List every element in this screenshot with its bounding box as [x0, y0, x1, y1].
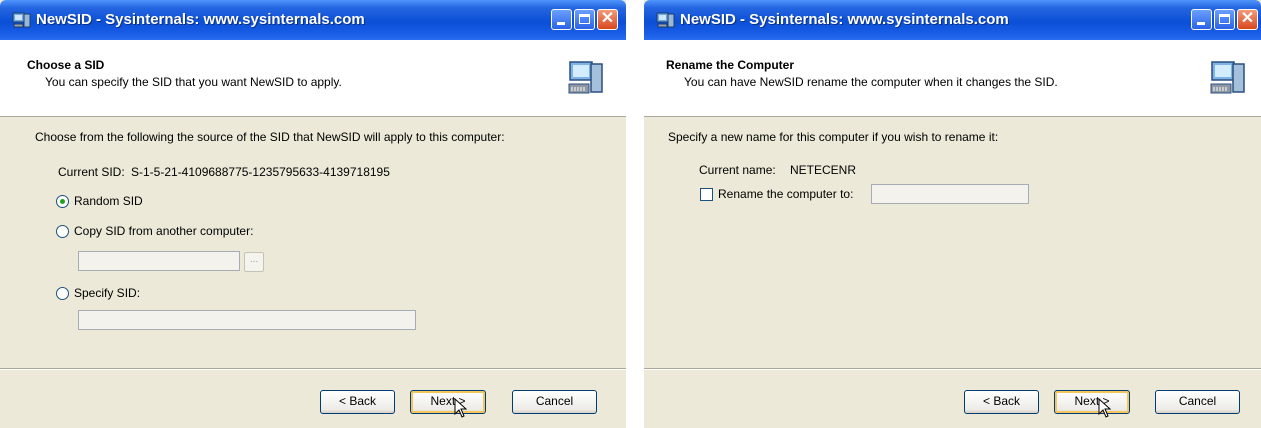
current-name-label: Current name: — [699, 163, 776, 177]
page-subtitle: You can specify the SID that you want Ne… — [45, 75, 342, 89]
close-icon: ✕ — [1240, 10, 1255, 27]
window-title: NewSID - Sysinternals: www.sysinternals.… — [680, 11, 1009, 28]
computer-wizard-icon — [568, 61, 603, 94]
footer-divider — [0, 368, 626, 370]
close-button[interactable]: ✕ — [1237, 9, 1258, 30]
current-sid-value: S-1-5-21-4109688775-1235795633-413971819… — [131, 165, 390, 179]
wizard-header: Choose a SID You can specify the SID tha… — [0, 40, 626, 117]
back-button[interactable]: < Back — [320, 390, 395, 414]
back-button[interactable]: < Back — [964, 390, 1039, 414]
copy-sid-computer-field[interactable] — [78, 251, 240, 271]
close-icon: ✕ — [600, 10, 615, 27]
footer-divider — [644, 368, 1261, 370]
maximize-button[interactable] — [574, 9, 595, 30]
current-name-value: NETECENR — [790, 163, 857, 177]
instruction-text: Specify a new name for this computer if … — [668, 130, 999, 144]
page-title: Choose a SID — [27, 58, 105, 72]
rename-computer-label[interactable]: Rename the computer to: — [718, 187, 853, 201]
window-title: NewSID - Sysinternals: www.sysinternals.… — [36, 11, 365, 28]
random-sid-label[interactable]: Random SID — [74, 194, 143, 208]
radio-selected-dot — [60, 199, 65, 204]
page-title: Rename the Computer — [666, 58, 795, 72]
browse-computer-button[interactable]: ... — [244, 252, 264, 272]
random-sid-radio[interactable] — [56, 195, 69, 208]
close-button[interactable]: ✕ — [597, 9, 618, 30]
copy-sid-radio[interactable] — [56, 225, 69, 238]
mouse-pointer-icon — [454, 398, 468, 418]
specify-sid-radio[interactable] — [56, 287, 69, 300]
computer-wizard-icon — [1210, 61, 1245, 94]
current-sid-label: Current SID: — [58, 165, 125, 179]
next-button[interactable]: Next > — [1054, 390, 1130, 414]
wizard-header: Rename the Computer You can have NewSID … — [644, 40, 1261, 117]
instruction-text: Choose from the following the source of … — [35, 130, 505, 144]
cancel-button[interactable]: Cancel — [1155, 390, 1240, 414]
newsid-window-rename-computer: NewSID - Sysinternals: www.sysinternals.… — [644, 0, 1261, 428]
computer-app-icon — [12, 12, 31, 28]
page-subtitle: You can have NewSID rename the computer … — [684, 75, 1058, 89]
specify-sid-label[interactable]: Specify SID: — [74, 286, 140, 300]
next-button[interactable]: Next > — [410, 390, 486, 414]
specify-sid-field[interactable] — [78, 310, 416, 330]
copy-sid-label[interactable]: Copy SID from another computer: — [74, 224, 253, 238]
minimize-button[interactable] — [1191, 9, 1212, 30]
mouse-pointer-icon — [1098, 398, 1112, 418]
title-bar[interactable]: NewSID - Sysinternals: www.sysinternals.… — [644, 0, 1261, 40]
cancel-button[interactable]: Cancel — [512, 390, 597, 414]
maximize-button[interactable] — [1214, 9, 1235, 30]
minimize-button[interactable] — [551, 9, 572, 30]
new-computer-name-field[interactable] — [871, 184, 1029, 204]
computer-app-icon — [656, 12, 675, 28]
title-bar[interactable]: NewSID - Sysinternals: www.sysinternals.… — [0, 0, 626, 40]
newsid-window-choose-sid: NewSID - Sysinternals: www.sysinternals.… — [0, 0, 626, 428]
rename-computer-checkbox[interactable] — [700, 188, 713, 201]
